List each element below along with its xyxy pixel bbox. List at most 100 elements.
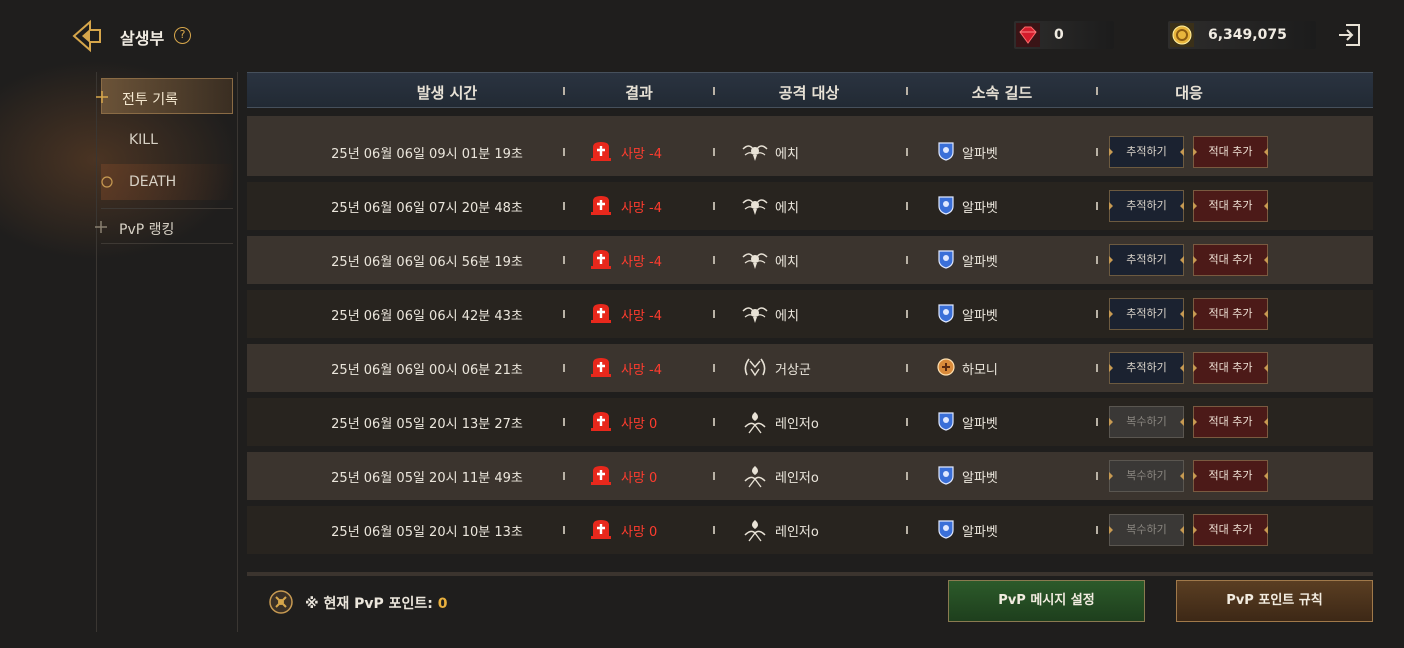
guild-name: 알파벳 (962, 255, 998, 270)
column-divider (1096, 418, 1098, 426)
guild-name: 알파벳 (962, 417, 998, 432)
column-divider (563, 87, 565, 95)
battle-record-table: 발생 시간 결과 공격 대상 소속 길드 대응 25년 06월 06일 09시 … (247, 72, 1373, 576)
help-icon[interactable]: ? (174, 27, 191, 44)
add-enemy-button[interactable]: 적대 추가 (1193, 136, 1268, 168)
column-divider (563, 364, 565, 372)
track-button[interactable]: 추적하기 (1109, 136, 1184, 168)
table-row-partial (247, 572, 1373, 576)
track-button[interactable]: 추적하기 (1109, 190, 1184, 222)
spirit-emblem-icon (741, 517, 769, 543)
column-divider (906, 148, 908, 156)
table-row: 25년 06월 05일 20시 11분 49초 사망 0 레인저o 알파벳 복수하기 적대… (247, 452, 1373, 500)
sidebar-item-pvp-ranking[interactable]: PvP 랭킹 (95, 208, 233, 244)
column-divider (1096, 148, 1098, 156)
column-divider (713, 418, 715, 426)
attacker-name: 레인저o (775, 525, 819, 540)
pvp-message-settings-button[interactable]: PvP 메시지 설정 (948, 580, 1145, 622)
tombstone-icon (590, 518, 612, 540)
orange-crest-guild-icon (937, 357, 955, 377)
gold-coin-icon (1170, 23, 1194, 47)
guild-name: 하모니 (962, 363, 998, 378)
table-row: 25년 06월 05일 20시 10분 13초 사망 0 레인저o 알파벳 복수하기 적대… (247, 506, 1373, 554)
column-divider (713, 148, 715, 156)
attacker-name: 에치 (775, 309, 799, 324)
blue-shield-guild-icon (937, 303, 955, 323)
column-divider (563, 472, 565, 480)
revenge-button: 복수하기 (1109, 406, 1184, 438)
record-result: 사망 0 (621, 525, 658, 540)
gem-amount: 0 (1054, 27, 1064, 43)
tombstone-icon (590, 410, 612, 432)
column-header-result: 결과 (625, 84, 653, 102)
ruby-gem-icon (1016, 23, 1040, 47)
column-divider (713, 202, 715, 210)
table-row: 25년 06월 06일 00시 06분 21초 사망 -4 거상군 하모니 추적하기 적대… (247, 344, 1373, 392)
attacker-name: 거상군 (775, 363, 811, 378)
add-enemy-button[interactable]: 적대 추가 (1193, 352, 1268, 384)
column-divider (1096, 202, 1098, 210)
guild-name: 알파벳 (962, 147, 998, 162)
winged-skull-emblem-icon (741, 247, 769, 273)
column-divider (713, 364, 715, 372)
sidebar-item-label: PvP 랭킹 (119, 222, 175, 238)
record-time: 25년 06월 05일 20시 13분 27초 (331, 417, 523, 432)
track-button[interactable]: 추적하기 (1109, 244, 1184, 276)
add-enemy-button[interactable]: 적대 추가 (1193, 406, 1268, 438)
tombstone-icon (590, 356, 612, 378)
column-divider (1096, 310, 1098, 318)
sidebar-item-battle-record[interactable]: 전투 기록 (96, 78, 233, 114)
winged-skull-emblem-icon (741, 301, 769, 327)
column-divider (713, 310, 715, 318)
tombstone-icon (590, 302, 612, 324)
add-enemy-button[interactable]: 적대 추가 (1193, 298, 1268, 330)
revenge-button: 복수하기 (1109, 460, 1184, 492)
table-row: 25년 06월 06일 06시 42분 43초 사망 -4 에치 알파벳 추적하기 적대 … (247, 290, 1373, 338)
track-button[interactable]: 추적하기 (1109, 352, 1184, 384)
record-time: 25년 06월 06일 00시 06분 21초 (331, 363, 523, 378)
tombstone-icon (590, 194, 612, 216)
record-time: 25년 06월 05일 20시 10분 13초 (331, 525, 523, 540)
sidebar-item-death[interactable]: DEATH (101, 164, 233, 200)
revenge-button: 복수하기 (1109, 514, 1184, 546)
add-enemy-button[interactable]: 적대 추가 (1193, 190, 1268, 222)
guild-name: 알파벳 (962, 471, 998, 486)
blue-shield-guild-icon (937, 465, 955, 485)
exit-icon[interactable] (1336, 22, 1362, 48)
pvp-point-rules-button[interactable]: PvP 포인트 규칙 (1176, 580, 1373, 622)
column-divider (713, 526, 715, 534)
record-time: 25년 06월 06일 07시 20분 48초 (331, 201, 523, 216)
attacker-name: 에치 (775, 147, 799, 162)
wreath-emblem-icon (741, 355, 769, 381)
column-header-target: 공격 대상 (778, 84, 840, 102)
spirit-emblem-icon (741, 463, 769, 489)
pvp-points-label: ※ 현재 PvP 포인트: (305, 596, 438, 612)
guild-name: 알파벳 (962, 201, 998, 216)
add-enemy-button[interactable]: 적대 추가 (1193, 460, 1268, 492)
track-button[interactable]: 추적하기 (1109, 298, 1184, 330)
sidebar-item-kill[interactable]: KILL (101, 122, 233, 158)
column-header-guild: 소속 길드 (971, 84, 1033, 102)
gold-amount: 6,349,075 (1208, 27, 1287, 43)
blue-shield-guild-icon (937, 411, 955, 431)
column-divider (713, 256, 715, 264)
back-arrow-icon[interactable] (70, 18, 106, 54)
record-result: 사망 0 (621, 471, 658, 486)
guild-name: 알파벳 (962, 309, 998, 324)
add-enemy-button[interactable]: 적대 추가 (1193, 244, 1268, 276)
column-divider (563, 202, 565, 210)
sidebar-item-label: KILL (129, 132, 158, 148)
record-result: 사망 -4 (621, 201, 663, 216)
tombstone-icon (590, 248, 612, 270)
column-divider (906, 256, 908, 264)
sidebar-marker-icon (96, 91, 108, 103)
column-divider (1096, 472, 1098, 480)
record-time: 25년 06월 06일 06시 56분 19초 (331, 255, 523, 270)
sidebar-item-label: DEATH (129, 174, 177, 190)
add-enemy-button[interactable]: 적대 추가 (1193, 514, 1268, 546)
column-divider (713, 87, 715, 95)
sidebar-marker-icon (101, 176, 113, 188)
column-divider (906, 418, 908, 426)
column-divider (563, 526, 565, 534)
table-row-partial (247, 116, 1373, 128)
